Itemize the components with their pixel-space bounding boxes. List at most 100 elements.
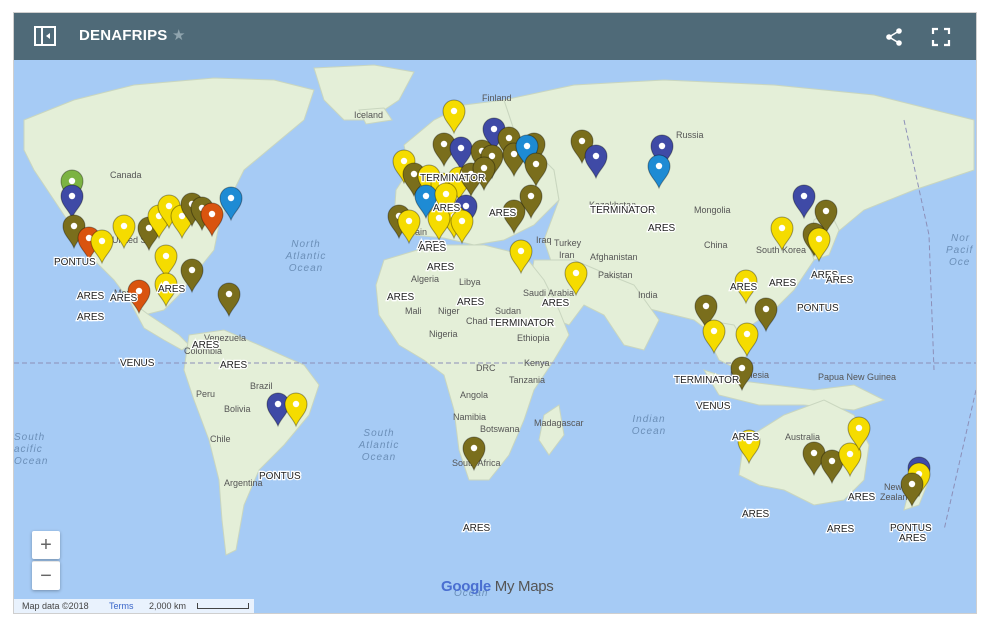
pin-label: ARES [769,278,797,289]
pin-label: ARES [899,533,927,544]
pin-label: VENUS [696,401,731,412]
label-afghanistan: Afghanistan [590,252,638,262]
pin-label: PONTUS [54,257,96,268]
label-kenya: Kenya [524,358,550,368]
label-algeria: Algeria [411,274,439,284]
pin-label: ARES [542,298,570,309]
label-turkey: Turkey [554,238,582,248]
label-brazil: Brazil [250,381,273,391]
south-pacific-line-1: South [14,432,45,443]
label-canada: Canada [110,170,142,180]
label-iceland: Iceland [354,110,383,120]
sidebar-toggle-icon[interactable] [34,26,56,46]
south-pacific-line-2: acific [14,444,43,455]
pin-label: ARES [387,292,415,303]
pin-label: ARES [192,340,220,351]
label-saudi-arabia: Saudi Arabia [523,288,574,298]
south-atlantic-line-3: Ocean [362,452,396,463]
label-south-atlantic: South Atlantic Ocean [358,428,400,463]
google-wordmark: Google [441,578,491,595]
label-iraq: Iraq [536,235,552,245]
pin-label: ARES [77,312,105,323]
label-nigeria: Nigeria [429,329,458,339]
label-australia: Australia [785,432,820,442]
label-north-pacific: Nor Pacif Oce [946,233,973,268]
my-maps-wordmark: My Maps [494,578,554,595]
pin-label: ARES [732,432,760,443]
label-mongolia: Mongolia [694,205,731,215]
map-title: DENAFRIPS [79,27,168,44]
north-atlantic-line-3: Ocean [289,263,323,274]
zoom-in-button[interactable]: + [32,531,60,559]
pin-label: TERMINATOR [489,318,554,329]
pin-label: ARES [77,291,105,302]
north-pacific-line-1: Nor [951,233,970,244]
pin-label: VENUS [120,358,155,369]
south-atlantic-line-1: South [363,428,394,439]
pin-label: PONTUS [797,303,839,314]
label-sudan: Sudan [495,306,521,316]
label-finland: Finland [482,93,512,103]
label-pakistan: Pakistan [598,270,633,280]
pin-label: ARES [427,262,455,273]
zoom-out-button[interactable]: − [32,561,60,590]
star-icon[interactable]: ★ [172,26,185,44]
north-atlantic-line-2: Atlantic [285,251,327,262]
pin-label: TERMINATOR [420,173,485,184]
pin-label: ARES [419,243,447,254]
fullscreen-icon[interactable] [931,27,951,47]
pin-label: ARES [730,282,758,293]
share-icon[interactable] [884,27,904,47]
pin-label: ARES [489,208,517,219]
label-botswana: Botswana [480,424,520,434]
north-pacific-line-2: Pacif [946,245,973,256]
map-frame: DENAFRIPS ★ Iceland Finland Russia Canad… [13,12,977,614]
label-chile: Chile [210,434,231,444]
scale-label: 2,000 km [149,601,187,611]
pin-label: ARES [826,275,854,286]
pin-label: ARES [158,284,186,295]
label-peru: Peru [196,389,215,399]
google-my-maps-logo: Google My Maps [441,578,554,595]
label-tanzania: Tanzania [509,375,545,385]
label-ethiopia: Ethiopia [517,333,550,343]
world-map[interactable]: Iceland Finland Russia Canada Kazakhstan… [14,60,976,613]
pin-label: ARES [463,523,491,534]
label-china: China [704,240,728,250]
indian-ocean-line-2: Ocean [632,426,666,437]
map-footer: Map data ©2018 Terms 2,000 km [14,599,254,613]
pin-label: TERMINATOR [674,375,739,386]
north-atlantic-line-1: North [291,239,320,250]
label-drc: DRC [476,363,496,373]
new-zealand-line-1: New [884,482,903,492]
scale-bar [197,603,249,609]
pin-label: ARES [848,492,876,503]
label-argentina: Argentina [224,478,263,488]
label-angola: Angola [460,390,488,400]
pin-label: PONTUS [259,471,301,482]
pin-label: TERMINATOR [590,205,655,216]
label-madagascar: Madagascar [534,418,584,428]
label-libya: Libya [459,277,481,287]
map-header: DENAFRIPS ★ [14,13,976,60]
label-indian-ocean: Indian Ocean [632,414,666,437]
label-north-atlantic: North Atlantic Ocean [285,239,327,274]
label-bolivia: Bolivia [224,404,251,414]
label-papua: Papua New Guinea [818,372,896,382]
map-data-attribution: Map data ©2018 [22,601,89,611]
pin-label: ARES [433,203,461,214]
pin-label: ARES [742,509,770,520]
south-pacific-line-3: Ocean [14,456,48,467]
terms-link[interactable]: Terms [109,601,134,611]
new-zealand-line-2: Zealan [880,492,908,502]
south-atlantic-line-2: Atlantic [358,440,400,451]
label-chad: Chad [466,316,488,326]
label-namibia: Namibia [453,412,486,422]
indian-ocean-line-1: Indian [632,414,665,425]
label-india: India [638,290,658,300]
pin-label: ARES [457,297,485,308]
pin-label: ARES [110,293,138,304]
label-iran: Iran [559,250,575,260]
label-russia: Russia [676,130,704,140]
pin-label: ARES [220,360,248,371]
